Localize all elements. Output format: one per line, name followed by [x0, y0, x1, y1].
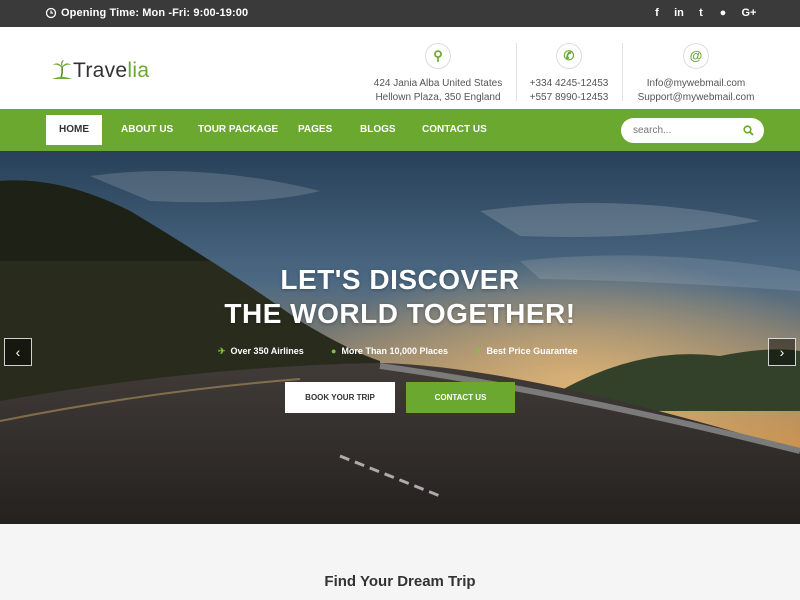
map-marker-icon: ● [331, 346, 337, 356]
feature-airlines: ✈ Over 350 Airlines [218, 346, 304, 357]
hero-title-line-1: LET'S DISCOVER [280, 264, 520, 295]
phone-line-2[interactable]: +557 8990-12453 [522, 91, 616, 105]
logo-main-text: Trave [73, 59, 128, 82]
search-box [621, 118, 764, 143]
prev-slide-arrow[interactable]: ‹ [4, 338, 32, 366]
address-line-2: Hellown Plaza, 350 England [375, 92, 501, 103]
location-pin-icon: ⚲ [425, 43, 451, 69]
address-block: ⚲ 424 Jania Alba United States Hellown P… [366, 43, 510, 105]
main-nav: HOME ABOUT US TOUR PACKAGE PAGES BLOGS C… [0, 109, 800, 151]
feature-price-text: Best Price Guarantee [486, 346, 578, 356]
nav-item-home[interactable]: HOME [46, 115, 102, 145]
nav-item-tour-package[interactable]: TOUR PACKAGE [198, 109, 278, 151]
header-divider [516, 43, 517, 101]
site-header: Travelia ⚲ 424 Jania Alba United States … [0, 27, 800, 109]
search-input[interactable] [633, 123, 733, 138]
feature-airlines-text: Over 350 Airlines [230, 346, 304, 356]
nav-item-contact-us[interactable]: CONTACT US [422, 109, 487, 151]
top-bar: Opening Time: Mon -Fri: 9:00-19:00 f in … [0, 0, 800, 27]
reddit-icon[interactable]: ● [716, 6, 730, 21]
opening-time-text: Opening Time: Mon -Fri: 9:00-19:00 [61, 7, 249, 19]
plane-icon: ✈ [218, 346, 226, 356]
book-your-trip-button[interactable]: BOOK YOUR TRIP [285, 382, 395, 413]
dream-trip-section: Find Your Dream Trip [0, 524, 800, 600]
contact-us-button[interactable]: CONTACT US [406, 382, 515, 413]
hero-background-image [0, 151, 800, 524]
phone-block: ✆ +334 4245-12453 +557 8990-12453 [522, 43, 616, 105]
email-line-2[interactable]: Support@mywebmail.com [630, 91, 762, 105]
facebook-icon[interactable]: f [650, 6, 664, 21]
phone-icon: ✆ [556, 43, 582, 69]
section-title: Find Your Dream Trip [324, 573, 476, 590]
phone-line-1[interactable]: +334 4245-12453 [522, 77, 616, 91]
feature-places: ● More Than 10,000 Places [331, 346, 448, 356]
google-plus-icon[interactable]: G+ [740, 6, 758, 21]
site-logo[interactable]: Travelia [73, 59, 149, 83]
clock-icon [45, 7, 57, 19]
nav-item-about-us[interactable]: ABOUT US [121, 109, 173, 151]
check-icon: ✔ [474, 346, 482, 356]
address-line-1: 424 Jania Alba United States [373, 78, 503, 89]
header-divider [622, 43, 623, 101]
email-icon: @ [683, 43, 709, 69]
email-block: @ Info@mywebmail.com Support@mywebmail.c… [630, 43, 762, 105]
next-slide-arrow[interactable]: › [768, 338, 796, 366]
feature-places-text: More Than 10,000 Places [341, 346, 448, 356]
nav-item-blogs[interactable]: BLOGS [360, 109, 396, 151]
linkedin-icon[interactable]: in [672, 6, 686, 21]
logo-accent-text: lia [127, 59, 150, 82]
email-line-1[interactable]: Info@mywebmail.com [630, 77, 762, 91]
search-icon[interactable] [743, 125, 754, 136]
feature-price: ✔ Best Price Guarantee [474, 346, 578, 357]
hero-title-line-2: THE WORLD TOGETHER! [224, 298, 576, 329]
nav-item-pages[interactable]: PAGES [298, 109, 332, 151]
palm-tree-icon [52, 60, 72, 79]
hero-slider: LET'S DISCOVER THE WORLD TOGETHER! ✈ Over… [0, 151, 800, 524]
twitter-icon[interactable]: t [694, 6, 708, 21]
